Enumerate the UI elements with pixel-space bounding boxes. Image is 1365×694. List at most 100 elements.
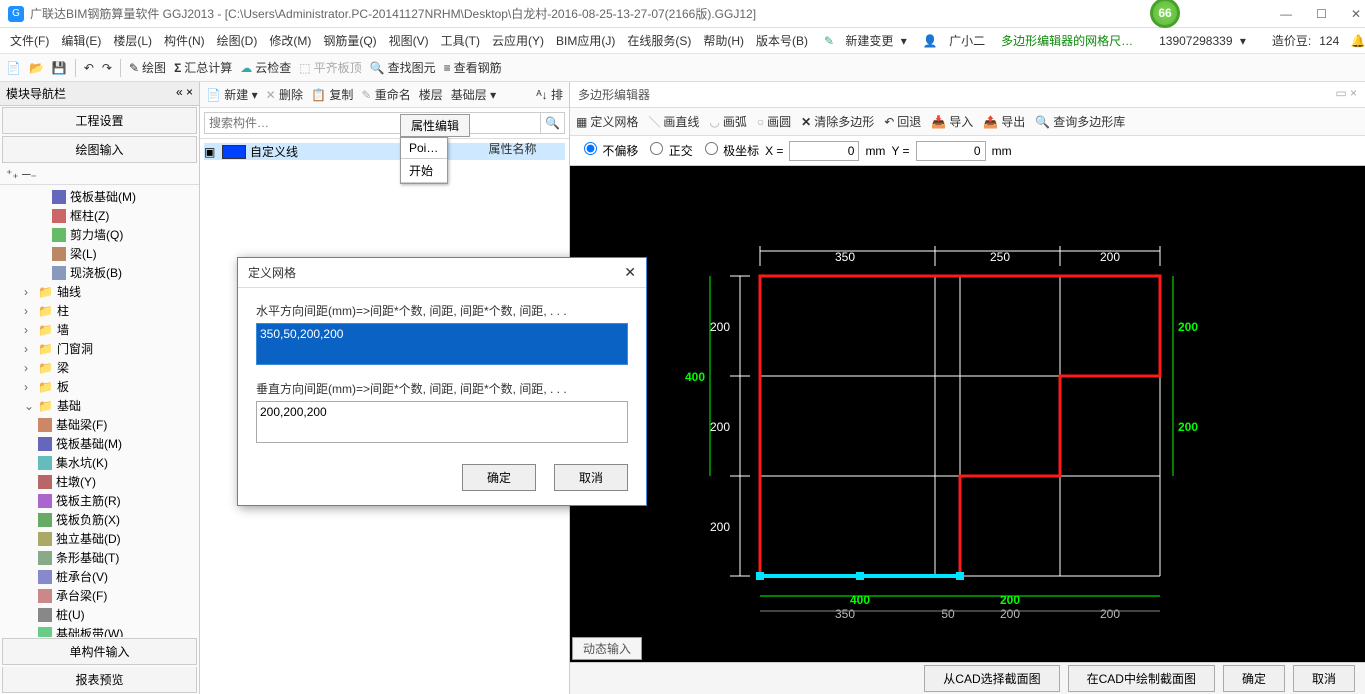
close-button[interactable]: ✕ (1351, 7, 1361, 21)
minimize-button[interactable]: — (1280, 7, 1292, 21)
tree-leaf[interactable]: 筏板负筋(X) (4, 510, 195, 529)
draw-button[interactable]: ✎ 绘图 (129, 59, 166, 76)
tree-leaf[interactable]: 条形基础(T) (4, 548, 195, 567)
search-icon[interactable]: 🔍 (541, 112, 565, 134)
tree-leaf[interactable]: 桩(U) (4, 605, 195, 624)
tree-folder[interactable]: ⌄📁基础 (4, 396, 195, 415)
clear-polygon-button[interactable]: ✕ 清除多边形 (801, 113, 874, 130)
tree-leaf[interactable]: 基础板带(W) (4, 624, 195, 637)
new-file-icon[interactable]: 📄 (6, 61, 21, 75)
draw-arc-button[interactable]: ◡ 画弧 (709, 113, 747, 130)
delete-component-button[interactable]: ✕ 删除 (266, 86, 303, 103)
export-button[interactable]: 📤 导出 (983, 113, 1025, 130)
menu-modify[interactable]: 修改(M) (265, 30, 315, 51)
tree-leaf[interactable]: 桩承台(V) (4, 567, 195, 586)
menu-item-start[interactable]: 开始 (401, 159, 447, 183)
radio-no-offset[interactable]: 不偏移 (578, 142, 638, 159)
search-input[interactable] (204, 112, 541, 134)
tree-leaf[interactable]: 框柱(Z) (4, 206, 195, 225)
define-grid-button[interactable]: ▦ 定义网格 (576, 113, 638, 130)
menu-draw[interactable]: 绘图(D) (213, 30, 262, 51)
menu-component[interactable]: 构件(N) (160, 30, 209, 51)
tree-leaf[interactable]: 剪力墙(Q) (4, 225, 195, 244)
menu-tool[interactable]: 工具(T) (437, 30, 484, 51)
drawing-canvas[interactable]: 350 250 200 200 200 200 400 (570, 166, 1365, 662)
tree-leaf[interactable]: 筏板主筋(R) (4, 491, 195, 510)
tree-folder[interactable]: ›📁门窗洞 (4, 339, 195, 358)
h-spacing-input[interactable]: 350,50,200,200 (256, 323, 628, 365)
tree-leaf[interactable]: 梁(L) (4, 244, 195, 263)
menu-cloud[interactable]: 云应用(Y) (488, 30, 548, 51)
v-spacing-input[interactable]: 200,200,200 (256, 401, 628, 443)
radio-polar[interactable]: 极坐标 (699, 142, 759, 159)
tree-folder[interactable]: ›📁柱 (4, 301, 195, 320)
polygon-ok-button[interactable]: 确定 (1223, 665, 1285, 692)
menu-bim[interactable]: BIM应用(J) (552, 30, 619, 51)
radio-ortho[interactable]: 正交 (644, 142, 692, 159)
sum-button[interactable]: Σ 汇总计算 (174, 59, 232, 76)
tree-leaf[interactable]: 筏板基础(M) (4, 187, 195, 206)
menu-help[interactable]: 帮助(H) (699, 30, 748, 51)
menu-file[interactable]: 文件(F) (6, 30, 53, 51)
section-report-preview[interactable]: 报表预览 (2, 667, 197, 693)
save-file-icon[interactable]: 💾 (52, 61, 67, 75)
section-project-settings[interactable]: 工程设置 (2, 107, 197, 134)
polygon-cancel-button[interactable]: 取消 (1293, 665, 1355, 692)
user-label[interactable]: 👤 广小二 (915, 30, 993, 51)
draw-circle-button[interactable]: ○ 画圆 (757, 113, 791, 130)
new-change-button[interactable]: ✎ 新建变更 ▾ (816, 30, 911, 51)
find-element-button[interactable]: 🔍 查找图元 (370, 59, 436, 76)
polygon-editor-close-icon[interactable]: ▭ × (1335, 86, 1357, 103)
open-file-icon[interactable]: 📂 (29, 61, 44, 75)
menu-online[interactable]: 在线服务(S) (623, 30, 695, 51)
tree-leaf[interactable]: 集水坑(K) (4, 453, 195, 472)
draw-line-button[interactable]: ＼ 画直线 (648, 113, 699, 130)
dialog-ok-button[interactable]: 确定 (462, 464, 536, 491)
tree-folder[interactable]: ›📁梁 (4, 358, 195, 377)
tree-folder[interactable]: ›📁轴线 (4, 282, 195, 301)
menu-version[interactable]: 版本号(B) (752, 30, 812, 51)
score-badge[interactable]: 66 (1150, 0, 1180, 28)
menu-rebar[interactable]: 钢筋量(Q) (319, 30, 380, 51)
tree-folder[interactable]: ›📁墙 (4, 320, 195, 339)
tree-leaf[interactable]: 承台梁(F) (4, 586, 195, 605)
section-single-component[interactable]: 单构件输入 (2, 638, 197, 665)
nav-collapse-icon[interactable]: « × (176, 85, 193, 102)
tree-leaf[interactable]: 独立基础(D) (4, 529, 195, 548)
property-edit-tab[interactable]: 属性编辑 (400, 114, 470, 137)
tree-toolbar[interactable]: ⁺₊ ─₋ (0, 164, 199, 185)
view-rebar-button[interactable]: ≡ 查看钢筋 (444, 59, 502, 76)
align-slab-button[interactable]: ⬚ 平齐板顶 (299, 59, 361, 76)
tree-leaf[interactable]: 柱墩(Y) (4, 472, 195, 491)
menu-edit[interactable]: 编辑(E) (57, 30, 105, 51)
dialog-close-icon[interactable]: ✕ (624, 264, 636, 281)
select-from-cad-button[interactable]: 从CAD选择截面图 (924, 665, 1059, 692)
menu-view[interactable]: 视图(V) (385, 30, 433, 51)
dialog-cancel-button[interactable]: 取消 (554, 464, 628, 491)
copy-component-button[interactable]: 📋 复制 (311, 86, 353, 103)
menu-floor[interactable]: 楼层(L) (109, 30, 156, 51)
import-button[interactable]: 📥 导入 (931, 113, 973, 130)
maximize-button[interactable]: ☐ (1316, 7, 1327, 21)
section-draw-input[interactable]: 绘图输入 (2, 136, 197, 163)
tree-leaf[interactable]: 现浇板(B) (4, 263, 195, 282)
tree-leaf[interactable]: 筏板基础(M) (4, 434, 195, 453)
y-input[interactable] (916, 141, 986, 161)
cloud-check-button[interactable]: ☁ 云检查 (240, 59, 291, 76)
phone-number[interactable]: 13907298339 ▾ (1151, 32, 1250, 50)
undo-icon[interactable]: ↶ (84, 61, 94, 75)
redo-icon[interactable]: ↷ (102, 61, 112, 75)
query-library-button[interactable]: 🔍 查询多边形库 (1035, 113, 1125, 130)
rename-component-button[interactable]: ✎ 重命名 (361, 86, 410, 103)
dynamic-input-tab[interactable]: 动态输入 (572, 637, 642, 660)
tree-leaf[interactable]: 基础梁(F) (4, 415, 195, 434)
tree-folder[interactable]: ›📁板 (4, 377, 195, 396)
sort-button[interactable]: ᴬ↓ 排 (536, 86, 563, 103)
menu-item-point[interactable]: Poi… (401, 138, 447, 159)
draw-in-cad-button[interactable]: 在CAD中绘制截面图 (1068, 665, 1215, 692)
credit-info[interactable]: 造价豆:124 🔔 (1264, 30, 1365, 51)
floor-select[interactable]: 基础层 ▾ (451, 86, 496, 103)
new-component-button[interactable]: 📄 新建 ▾ (206, 86, 258, 103)
x-input[interactable] (789, 141, 859, 161)
undo-polygon-button[interactable]: ↶ 回退 (884, 113, 921, 130)
